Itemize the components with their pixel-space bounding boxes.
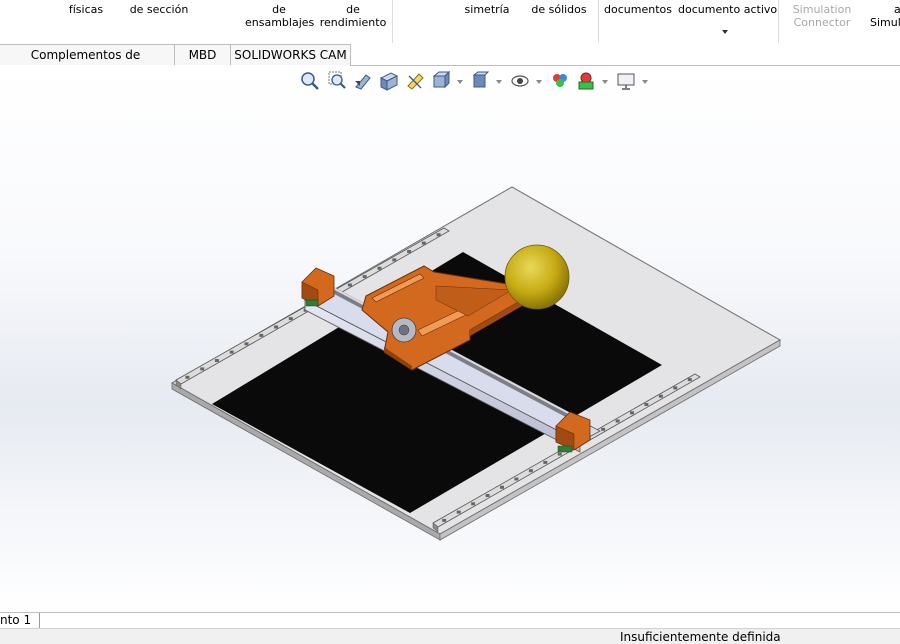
ribbon-label: de sólidos (531, 3, 587, 16)
chevron-down-icon[interactable] (536, 80, 542, 84)
chevron-down-icon[interactable] (457, 80, 463, 84)
rail-bolt (500, 485, 504, 489)
ribbon-label: documento activo (678, 3, 778, 16)
chevron-down-icon[interactable] (642, 80, 648, 84)
tab-label: SOLIDWORKS CAM (234, 48, 347, 62)
rail-bolt (200, 367, 205, 371)
ribbon-label-line1: de (346, 3, 360, 16)
tab-solidworks-cam[interactable]: SOLIDWORKS CAM (230, 44, 351, 65)
rail-bolt (658, 394, 663, 398)
rail-bolt (673, 386, 678, 390)
tab-complementos-solidworks[interactable]: Complementos de SOLIDWORKS (0, 44, 175, 83)
rail-bolt (362, 275, 367, 279)
ribbon-label-line2: Simula (870, 16, 900, 29)
ribbon-label-line2: ensamblajes (245, 16, 315, 29)
sphere[interactable] (504, 244, 570, 310)
ribbon-simula-button[interactable]: a Simula (868, 3, 900, 29)
tab-model-label: nto 1 (0, 613, 32, 627)
rail-bolt (421, 241, 426, 245)
zoom-to-fit-icon[interactable] (300, 70, 320, 92)
rail-bolt (244, 342, 249, 346)
ribbon-simetria-button[interactable]: simetría (462, 3, 512, 16)
rail-bolt (392, 258, 397, 262)
zoom-to-area-icon[interactable] (327, 70, 347, 92)
dynamic-annotation-views-icon[interactable] (405, 70, 425, 92)
chevron-down-icon[interactable] (602, 80, 608, 84)
ribbon-rendimiento-button[interactable]: de rendimiento (318, 3, 388, 29)
rail-bolt (185, 375, 190, 379)
rail-bolt (557, 452, 562, 456)
ribbon-separator (598, 0, 599, 43)
hide-show-items-icon[interactable] (510, 70, 530, 92)
model-tab-strip: nto 1 (0, 612, 900, 629)
view-orientation-icon[interactable] (431, 70, 451, 92)
ribbon-label-line2: Connector (793, 16, 851, 29)
rail-bolt (687, 378, 692, 382)
rail-bolt (442, 518, 447, 522)
ribbon-label-line1: a (894, 3, 900, 16)
ribbon-documentos-button[interactable]: documentos (604, 3, 672, 16)
rail-bolt (615, 419, 620, 423)
rail-bolt (471, 502, 476, 506)
edit-appearance-icon[interactable] (550, 70, 570, 92)
view-settings-icon[interactable] (616, 70, 636, 92)
ribbon-fisicas-button[interactable]: físicas (66, 3, 106, 16)
model-view[interactable] (0, 66, 900, 612)
rail-bolt (229, 350, 234, 354)
ribbon-label: físicas (68, 3, 104, 16)
ribbon-seccion-button[interactable]: de sección (128, 3, 190, 16)
rail-bolt (347, 283, 352, 287)
rail-bolt (274, 325, 279, 329)
apply-scene-icon[interactable] (576, 70, 596, 92)
tab-mbd[interactable]: MBD (174, 44, 231, 65)
ribbon-label-line1: Simulation (792, 3, 852, 16)
rail-bolt (644, 403, 649, 406)
rail-bolt (456, 510, 461, 514)
rail-bolt (543, 460, 548, 464)
chevron-down-icon[interactable] (722, 30, 728, 34)
previous-view-icon[interactable] (353, 70, 373, 92)
status-bar: Insuficientemente definida (0, 628, 900, 644)
ribbon-solidos-button[interactable]: de sólidos (528, 3, 590, 16)
definition-status: Insuficientemente definida (620, 630, 781, 644)
command-manager-ribbon: físicas de sección de ensamblajes de ren… (0, 0, 900, 45)
rail-bolt (528, 469, 533, 473)
rail-bolt (436, 233, 441, 237)
rail-bolt (259, 333, 264, 337)
chevron-down-icon[interactable] (496, 80, 502, 84)
rail-bolt (377, 266, 382, 270)
rail-bolt (630, 411, 634, 415)
rail-bolt (288, 317, 293, 321)
ribbon-label: simetría (464, 3, 510, 16)
rail-bolt (214, 359, 219, 362)
ribbon-label-line1: de (272, 3, 286, 16)
ribbon-label: documentos (604, 3, 672, 16)
ribbon-separator (778, 0, 779, 43)
ribbon-separator (392, 0, 393, 43)
ribbon-label: de sección (129, 3, 189, 16)
display-style-icon[interactable] (470, 70, 490, 92)
ribbon-ensamblajes-button[interactable]: de ensamblajes (245, 3, 315, 29)
command-manager-tabs: Complementos de SOLIDWORKS MBD SOLIDWORK… (0, 44, 900, 83)
ribbon-simulation-connector-button[interactable]: Simulation Connector (790, 3, 854, 29)
rail-bolt (485, 494, 490, 497)
ribbon-label-line2: rendimiento (319, 16, 387, 29)
tab-label: MBD (188, 48, 217, 62)
rail-bolt (407, 250, 412, 253)
section-view-icon[interactable] (379, 70, 399, 92)
ribbon-documento-activo-button[interactable]: documento activo (678, 3, 778, 16)
tab-model[interactable]: nto 1 (0, 613, 40, 628)
rail-bolt (601, 427, 606, 431)
rail-bolt (514, 477, 519, 481)
